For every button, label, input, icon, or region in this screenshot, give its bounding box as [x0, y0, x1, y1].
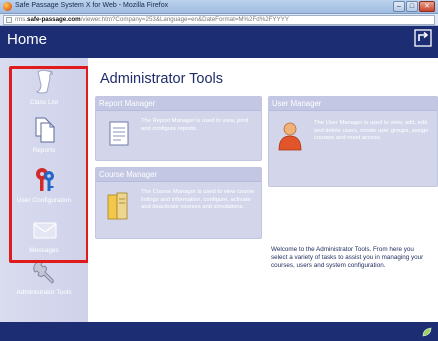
welcome-message: Welcome to the Administrator Tools. From… [271, 246, 424, 269]
url-domain: safe-passage.com [27, 16, 81, 23]
close-button[interactable]: ✕ [419, 1, 435, 12]
panel-description: The User Manager is used to view, add, e… [314, 120, 429, 142]
page-title-home: Home [7, 31, 48, 48]
panel-description: The Report Manager is used to view, prin… [141, 118, 249, 132]
page-title: Administrator Tools [100, 71, 224, 87]
sidebar-item-administrator-tools[interactable]: Administrator Tools [0, 258, 88, 302]
url-field[interactable]: rms.safe-passage.com/viewer.htm?Company=… [3, 15, 435, 25]
maximize-button[interactable]: □ [406, 1, 418, 12]
user-person-icon [278, 122, 302, 151]
course-manager-panel[interactable]: Course Manager The Course Manager is use… [95, 167, 262, 239]
minimize-button[interactable]: – [393, 1, 405, 12]
leaf-logo-icon [422, 327, 432, 337]
panel-title: User Manager [269, 97, 437, 111]
address-bar: rms.safe-passage.com/viewer.htm?Company=… [0, 14, 438, 26]
page-icon [6, 17, 12, 23]
highlight-annotation [9, 66, 89, 263]
url-path: /viewer.htm?Company=253&Language=en&Date… [80, 16, 289, 23]
main-content: Administrator Tools Report Manager The R… [88, 58, 438, 322]
window-title: Safe Passage System X for Web - Mozilla … [15, 2, 169, 9]
url-prefix: rms. [15, 16, 28, 23]
exit-arrow-icon[interactable] [414, 29, 432, 47]
course-books-icon [107, 192, 128, 220]
report-document-icon [109, 121, 129, 146]
url-text[interactable]: rms.safe-passage.com/viewer.htm?Company=… [15, 16, 289, 24]
panel-title: Report Manager [96, 97, 261, 111]
panel-title: Course Manager [96, 168, 261, 182]
user-manager-panel[interactable]: User Manager The User Manager is used to… [268, 96, 438, 187]
sidebar-item-label: Administrator Tools [16, 289, 72, 296]
window-controls: – □ ✕ [393, 1, 435, 12]
app-header: Home [0, 26, 438, 58]
report-manager-panel[interactable]: Report Manager The Report Manager is use… [95, 96, 262, 161]
window-title-bar: Safe Passage System X for Web - Mozilla … [0, 0, 438, 14]
firefox-icon [3, 2, 12, 11]
panel-description: The Course Manager is used to view cours… [141, 189, 255, 211]
app-footer [0, 322, 438, 341]
